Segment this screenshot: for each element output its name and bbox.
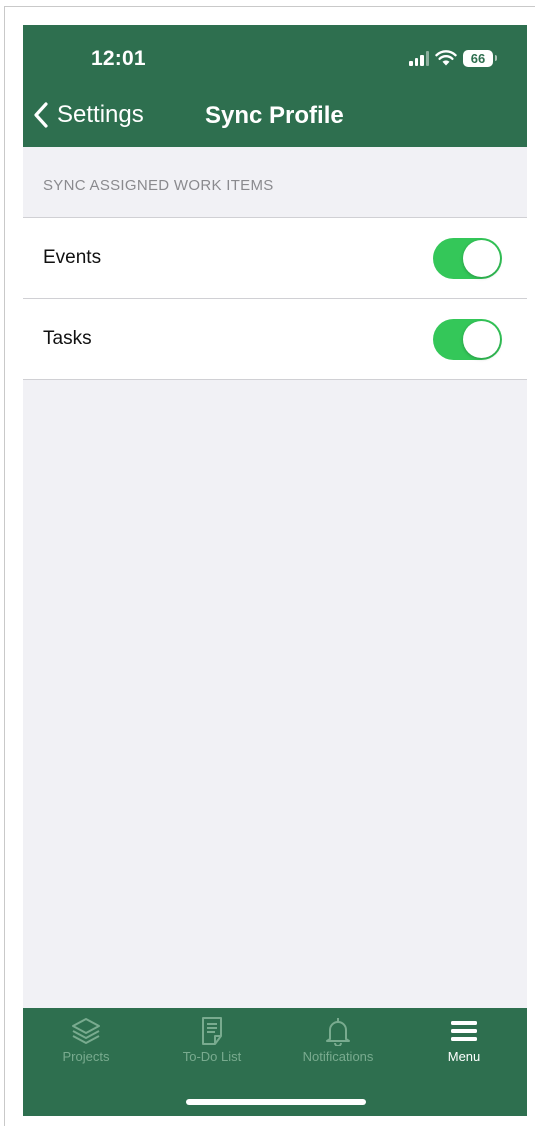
tab-todo-label: To-Do List: [182, 1049, 242, 1064]
battery-icon: 66: [463, 49, 493, 67]
tab-notifications-label: Notifications: [302, 1049, 374, 1064]
tab-projects-label: Projects: [62, 1049, 110, 1064]
sync-settings-list: Events Tasks: [23, 217, 527, 380]
back-button[interactable]: Settings: [33, 101, 144, 129]
tab-todo-list[interactable]: To-Do List: [149, 1016, 275, 1071]
toggle-knob: [463, 240, 500, 277]
menu-icon: [451, 1021, 477, 1041]
tab-menu-label: Menu: [447, 1049, 481, 1064]
section-header-label: SYNC ASSIGNED WORK ITEMS: [43, 177, 274, 194]
back-button-label: Settings: [57, 101, 144, 128]
events-label: Events: [43, 247, 102, 268]
toggle-knob: [463, 321, 500, 358]
layers-icon: [72, 1018, 100, 1044]
status-time: 12:01: [91, 47, 146, 70]
tab-menu[interactable]: Menu: [401, 1016, 527, 1071]
tab-projects[interactable]: Projects: [23, 1016, 149, 1071]
battery-tip: [495, 55, 497, 61]
wifi-icon: [435, 50, 457, 66]
tasks-label: Tasks: [43, 328, 92, 349]
bell-icon: [326, 1018, 350, 1046]
tasks-toggle[interactable]: [433, 319, 502, 360]
events-toggle[interactable]: [433, 238, 502, 279]
phone-screen: 12:01 66 Settings Sync Profile SYNC ASSI…: [23, 25, 527, 1116]
section-header: SYNC ASSIGNED WORK ITEMS: [23, 147, 527, 217]
note-icon: [202, 1017, 222, 1045]
list-item-events: Events: [23, 218, 527, 298]
page-title: Sync Profile: [205, 102, 344, 129]
cellular-signal-icon: [409, 50, 429, 66]
tab-notifications[interactable]: Notifications: [275, 1016, 401, 1071]
status-icons: 66: [409, 47, 497, 69]
home-indicator: [186, 1099, 366, 1105]
header: 12:01 66 Settings Sync Profile: [23, 25, 527, 147]
tab-bar: Projects To-Do List Notifications Menu: [23, 1008, 527, 1116]
chevron-left-icon: [34, 102, 48, 128]
list-item-tasks: Tasks: [23, 298, 527, 379]
